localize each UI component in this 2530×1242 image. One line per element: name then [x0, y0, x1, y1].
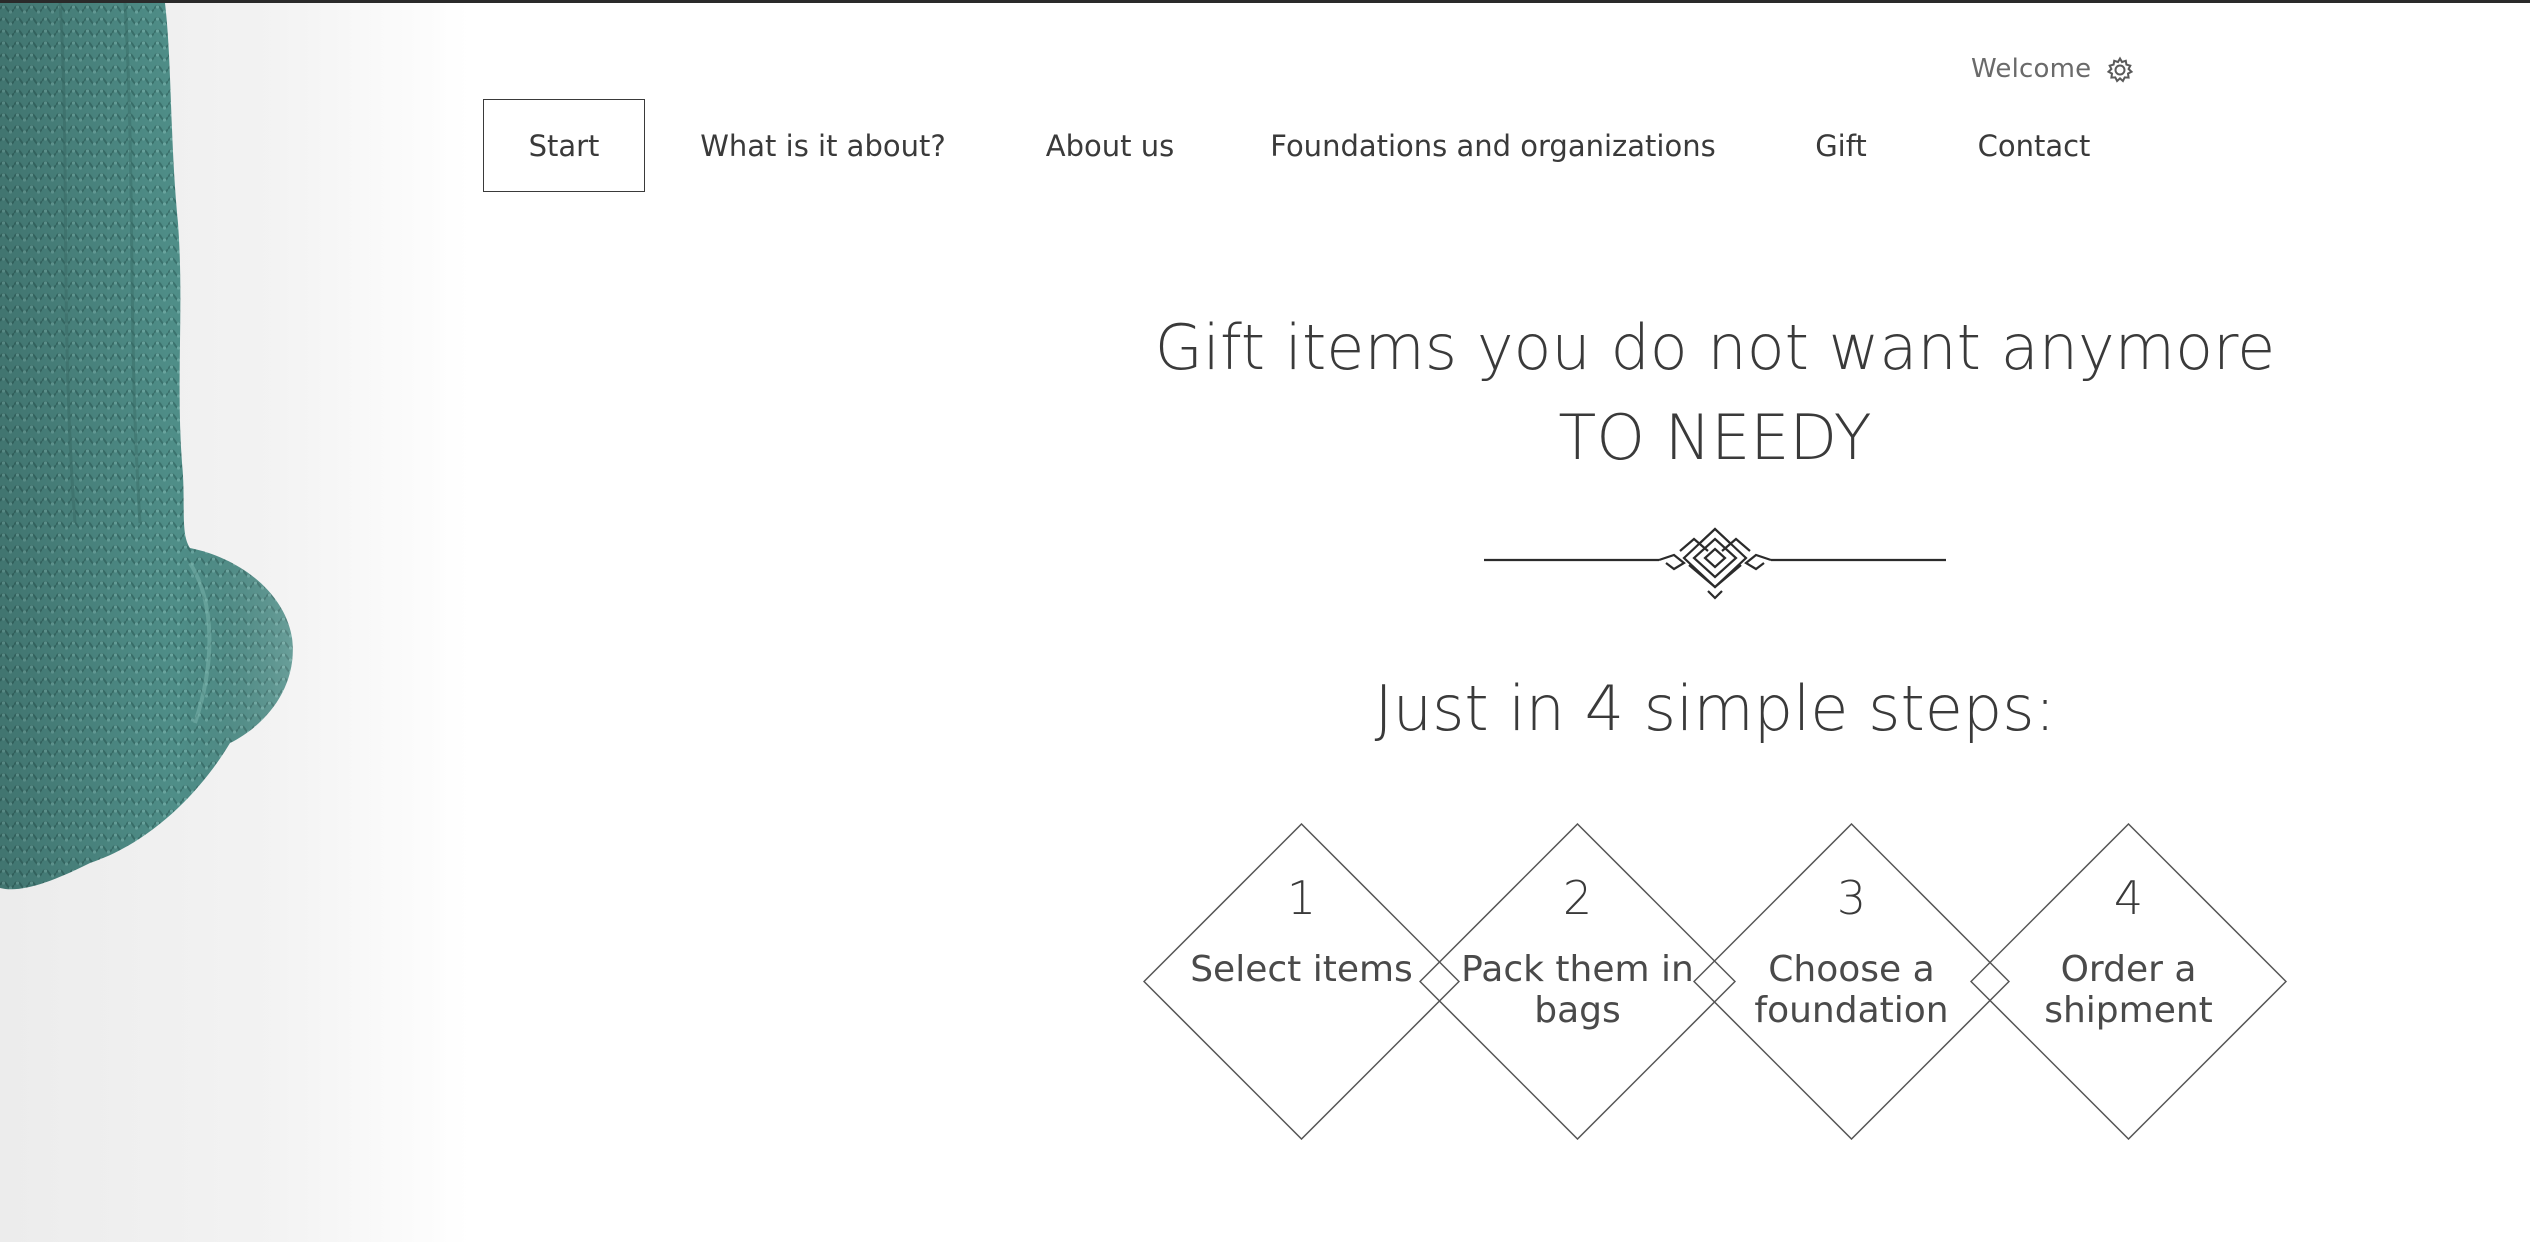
step-1: 1 Select items	[1143, 823, 1460, 1140]
steps-title: Just in 4 simple steps:	[1374, 672, 2056, 745]
nav-gift[interactable]: Gift	[1808, 99, 1874, 192]
nav-foundations[interactable]: Foundations and organizations	[1270, 99, 1715, 192]
step-2-label: Pack them in bags	[1461, 949, 1694, 1031]
step-1-label: Select items	[1190, 949, 1413, 990]
hero-heading-line2: TO NEEDY	[1558, 401, 1872, 474]
nav-contact[interactable]: Contact	[1974, 99, 2094, 192]
step-3-label: Choose a foundation	[1754, 949, 1949, 1031]
hero-heading: Gift items you do not want anymore TO NE…	[1110, 303, 2320, 483]
step-1-number: 1	[1286, 871, 1317, 925]
step-4-number: 4	[2113, 871, 2144, 925]
step-3-number: 3	[1836, 871, 1867, 925]
step-3: 3 Choose a foundation	[1693, 823, 2010, 1140]
hero-heading-line1: Gift items you do not want anymore	[1154, 311, 2276, 384]
nav-what-is-it-about[interactable]: What is it about?	[697, 99, 949, 192]
gear-icon[interactable]	[2106, 56, 2134, 84]
nav-start[interactable]: Start	[483, 99, 645, 192]
nav-about-us[interactable]: About us	[1040, 99, 1180, 192]
hero-knit-image	[0, 3, 470, 1242]
step-4: 4 Order a shipment	[1970, 823, 2287, 1140]
decoration-ornament-icon	[1484, 525, 1946, 601]
step-2-number: 2	[1562, 871, 1593, 925]
welcome-text: Welcome	[1971, 54, 2092, 84]
step-2: 2 Pack them in bags	[1419, 823, 1736, 1140]
step-4-label: Order a shipment	[2044, 949, 2213, 1031]
